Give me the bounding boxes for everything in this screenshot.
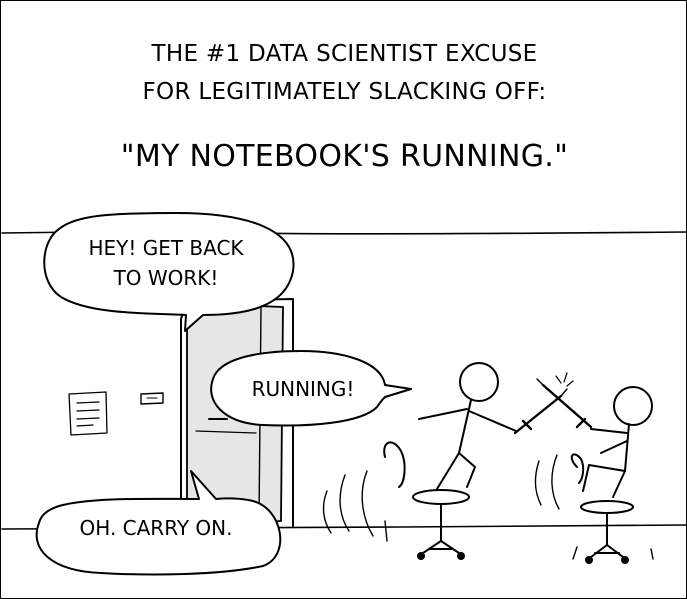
right-chair-seat [580,500,634,514]
running-speech-text: RUNNING! [251,377,355,401]
boss-speech-line-1: HEY! GET BACK [88,236,244,260]
left-figure [418,362,568,490]
left-figure-head [459,362,499,402]
right-chair-post [590,512,624,558]
left-sword [513,394,563,435]
office-scene [1,212,686,576]
notice-paper [68,391,108,436]
carry-on-speech-text: OH. CARRY ON. [79,516,233,540]
comic-panel: THE #1 DATA SCIENTIST EXCUSE FOR LEGITIM… [0,0,687,599]
left-figure-legs [436,452,476,490]
left-chair-seat [412,489,470,505]
right-figure [536,378,653,498]
left-motion-lines [322,470,388,542]
clash-spark [555,372,574,387]
wall-notice [68,391,108,436]
left-chair-post [422,503,460,554]
right-figure-head [613,386,653,426]
left-chair-back [383,441,406,488]
left-figure-body [458,399,472,454]
right-figure-arm [590,428,628,454]
right-chair-back [570,453,585,484]
right-figure-body [624,423,630,472]
right-motion-lines [534,454,654,560]
boss-speech-line-2: TO WORK! [113,266,219,290]
right-figure-legs [582,464,626,498]
left-chair [383,441,470,560]
